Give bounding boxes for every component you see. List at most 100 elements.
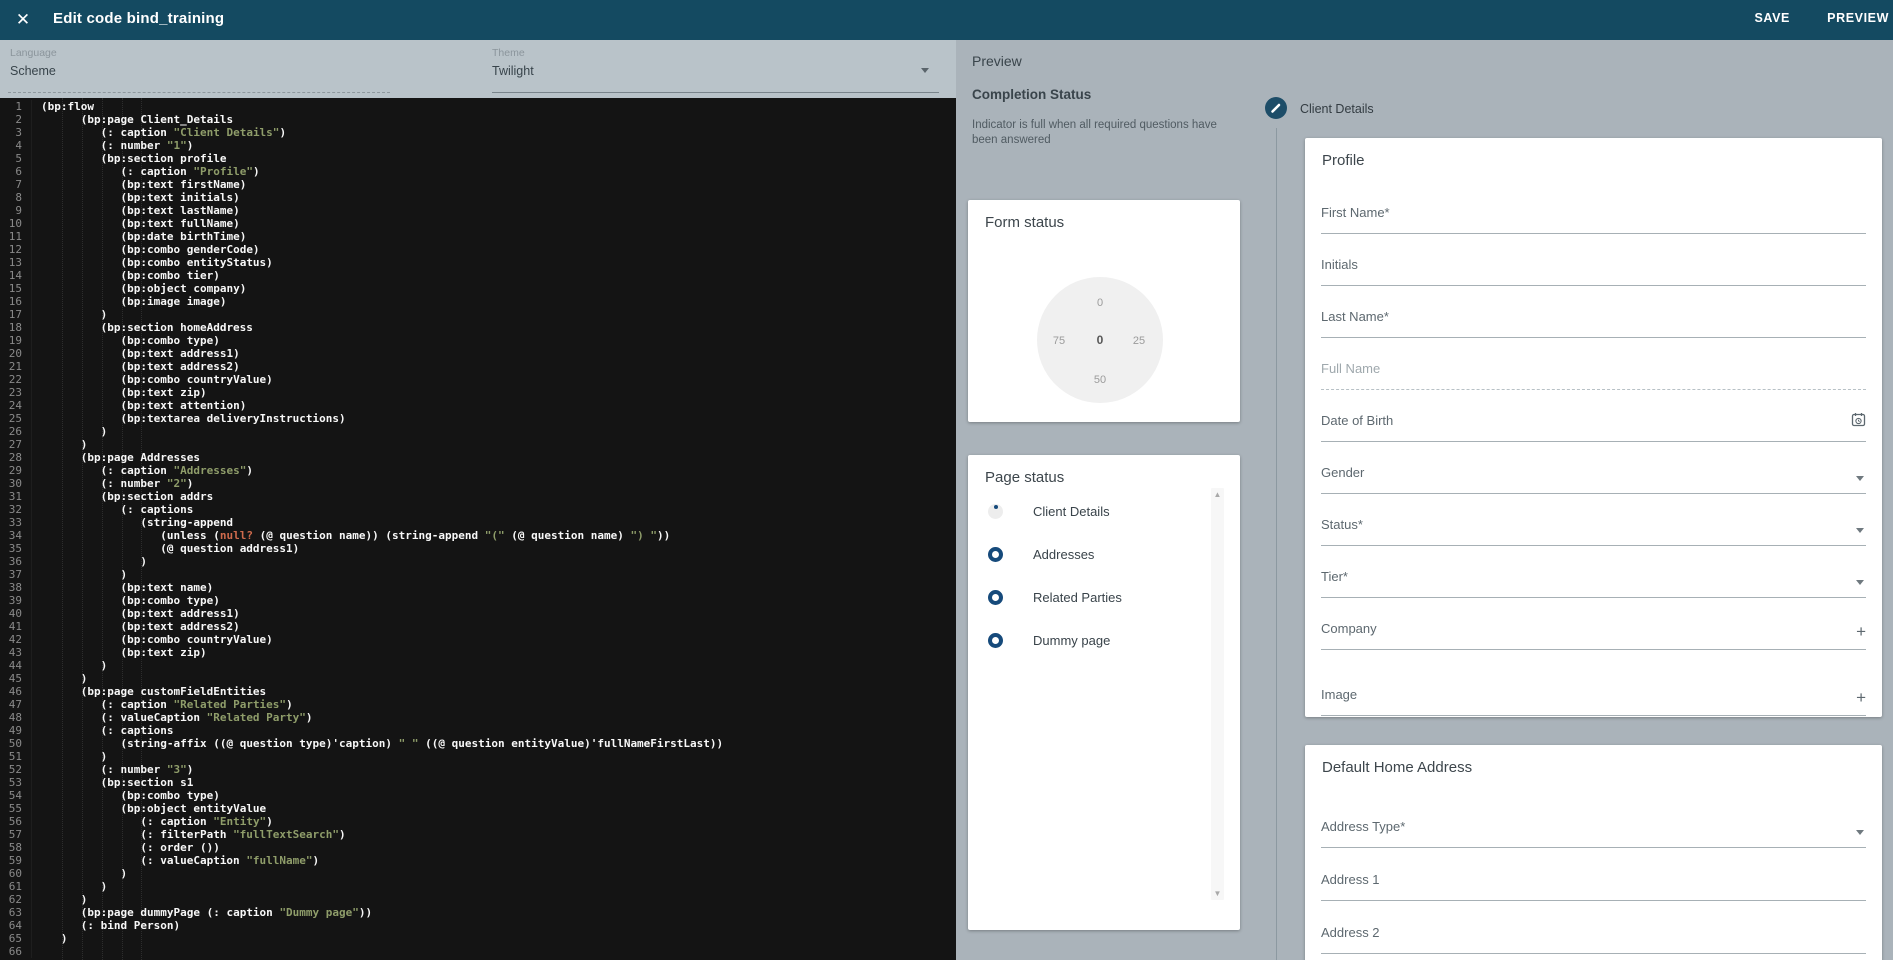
code-line[interactable]: 32 (: captions	[0, 503, 956, 516]
scroll-up-icon[interactable]: ▲	[1211, 490, 1224, 499]
form-field[interactable]: Address 1	[1321, 848, 1866, 901]
code-line[interactable]: 59 (: valueCaption "fullName")	[0, 854, 956, 867]
code-line[interactable]: 44 )	[0, 659, 956, 672]
code-line[interactable]: 8 (bp:text initials)	[0, 191, 956, 204]
code-line[interactable]: 29 (: caption "Addresses")	[0, 464, 956, 477]
code-line[interactable]: 18 (bp:section homeAddress	[0, 321, 956, 334]
page-progress-indicator[interactable]	[988, 590, 1003, 605]
code-line[interactable]: 61 )	[0, 880, 956, 893]
code-line[interactable]: 53 (bp:section s1	[0, 776, 956, 789]
form-field[interactable]: Tier*	[1321, 546, 1866, 598]
code-line[interactable]: 49 (: captions	[0, 724, 956, 737]
code-line[interactable]: 39 (bp:combo type)	[0, 594, 956, 607]
edit-page-badge[interactable]	[1265, 97, 1287, 119]
chevron-down-icon[interactable]	[1856, 830, 1864, 835]
code-lines[interactable]: 1(bp:flow2 (bp:page Client_Details3 (: c…	[0, 98, 956, 958]
theme-select[interactable]: Twilight	[492, 64, 534, 78]
code-line[interactable]: 27 )	[0, 438, 956, 451]
code-line[interactable]: 52 (: number "3")	[0, 763, 956, 776]
form-field[interactable]: Last Name*	[1321, 286, 1866, 338]
code-line[interactable]: 33 (string-append	[0, 516, 956, 529]
code-line[interactable]: 11 (bp:date birthTime)	[0, 230, 956, 243]
code-line[interactable]: 64 (: bind Person)	[0, 919, 956, 932]
save-button[interactable]: SAVE	[1754, 11, 1790, 25]
code-line[interactable]: 37 )	[0, 568, 956, 581]
code-line[interactable]: 62 )	[0, 893, 956, 906]
code-line[interactable]: 47 (: caption "Related Parties")	[0, 698, 956, 711]
page-status-item[interactable]: Client Details	[968, 497, 1240, 540]
code-line[interactable]: 6 (: caption "Profile")	[0, 165, 956, 178]
form-field[interactable]: Date of Birth	[1321, 390, 1866, 442]
code-line[interactable]: 5 (bp:section profile	[0, 152, 956, 165]
form-field[interactable]: Address 2	[1321, 901, 1866, 954]
code-line[interactable]: 4 (: number "1")	[0, 139, 956, 152]
chevron-down-icon[interactable]	[1856, 580, 1864, 585]
code-line[interactable]: 45 )	[0, 672, 956, 685]
code-line[interactable]: 66	[0, 945, 956, 958]
plus-icon[interactable]: +	[1856, 689, 1866, 706]
code-editor[interactable]: 1(bp:flow2 (bp:page Client_Details3 (: c…	[0, 98, 956, 960]
page-progress-indicator[interactable]	[988, 547, 1003, 562]
page-progress-indicator[interactable]	[988, 633, 1003, 648]
code-line[interactable]: 54 (bp:combo type)	[0, 789, 956, 802]
code-line[interactable]: 2 (bp:page Client_Details	[0, 113, 956, 126]
preview-button[interactable]: PREVIEW	[1827, 11, 1889, 25]
code-line[interactable]: 9 (bp:text lastName)	[0, 204, 956, 217]
chevron-down-icon[interactable]	[1856, 476, 1864, 481]
code-line[interactable]: 65 )	[0, 932, 956, 945]
code-line[interactable]: 22 (bp:combo countryValue)	[0, 373, 956, 386]
code-line[interactable]: 34 (unless (null? (@ question name)) (st…	[0, 529, 956, 542]
plus-icon[interactable]: +	[1856, 623, 1866, 640]
calendar-icon[interactable]	[1851, 412, 1866, 432]
code-line[interactable]: 25 (bp:textarea deliveryInstructions)	[0, 412, 956, 425]
code-line[interactable]: 50 (string-affix ((@ question type)'capt…	[0, 737, 956, 750]
form-field[interactable]: Company+	[1321, 598, 1866, 650]
form-field[interactable]: Gender	[1321, 442, 1866, 494]
code-line[interactable]: 15 (bp:object company)	[0, 282, 956, 295]
chevron-down-icon[interactable]	[1856, 528, 1864, 533]
code-line[interactable]: 58 (: order ())	[0, 841, 956, 854]
code-line[interactable]: 57 (: filterPath "fullTextSearch")	[0, 828, 956, 841]
page-status-item[interactable]: Related Parties	[968, 583, 1240, 626]
code-line[interactable]: 41 (bp:text address2)	[0, 620, 956, 633]
page-status-item[interactable]: Addresses	[968, 540, 1240, 583]
scrollbar[interactable]: ▲ ▼	[1211, 488, 1224, 900]
code-line[interactable]: 55 (bp:object entityValue	[0, 802, 956, 815]
code-line[interactable]: 14 (bp:combo tier)	[0, 269, 956, 282]
page-status-item[interactable]: Dummy page	[968, 626, 1240, 669]
code-line[interactable]: 19 (bp:combo type)	[0, 334, 956, 347]
page-progress-indicator[interactable]	[988, 504, 1003, 519]
code-line[interactable]: 42 (bp:combo countryValue)	[0, 633, 956, 646]
code-line[interactable]: 28 (bp:page Addresses	[0, 451, 956, 464]
code-line[interactable]: 35 (@ question address1)	[0, 542, 956, 555]
code-line[interactable]: 63 (bp:page dummyPage (: caption "Dummy …	[0, 906, 956, 919]
code-line[interactable]: 26 )	[0, 425, 956, 438]
code-line[interactable]: 12 (bp:combo genderCode)	[0, 243, 956, 256]
form-field[interactable]: Status*	[1321, 494, 1866, 546]
form-field[interactable]: Initials	[1321, 234, 1866, 286]
form-field[interactable]: Image+	[1321, 664, 1866, 716]
code-line[interactable]: 24 (bp:text attention)	[0, 399, 956, 412]
close-icon[interactable]: ✕	[12, 9, 34, 31]
code-line[interactable]: 43 (bp:text zip)	[0, 646, 956, 659]
code-line[interactable]: 40 (bp:text address1)	[0, 607, 956, 620]
code-line[interactable]: 1(bp:flow	[0, 100, 956, 113]
form-field[interactable]: Address Type*	[1321, 795, 1866, 848]
code-line[interactable]: 20 (bp:text address1)	[0, 347, 956, 360]
code-line[interactable]: 51 )	[0, 750, 956, 763]
code-line[interactable]: 21 (bp:text address2)	[0, 360, 956, 373]
form-field[interactable]: Full Name	[1321, 338, 1866, 390]
code-line[interactable]: 38 (bp:text name)	[0, 581, 956, 594]
code-line[interactable]: 23 (bp:text zip)	[0, 386, 956, 399]
code-line[interactable]: 3 (: caption "Client Details")	[0, 126, 956, 139]
code-line[interactable]: 17 )	[0, 308, 956, 321]
form-field[interactable]: First Name*	[1321, 182, 1866, 234]
code-line[interactable]: 31 (bp:section addrs	[0, 490, 956, 503]
code-line[interactable]: 16 (bp:image image)	[0, 295, 956, 308]
scroll-down-icon[interactable]: ▼	[1211, 889, 1224, 898]
code-line[interactable]: 36 )	[0, 555, 956, 568]
chevron-down-icon[interactable]	[921, 68, 929, 73]
code-line[interactable]: 13 (bp:combo entityStatus)	[0, 256, 956, 269]
code-line[interactable]: 7 (bp:text firstName)	[0, 178, 956, 191]
code-line[interactable]: 56 (: caption "Entity")	[0, 815, 956, 828]
